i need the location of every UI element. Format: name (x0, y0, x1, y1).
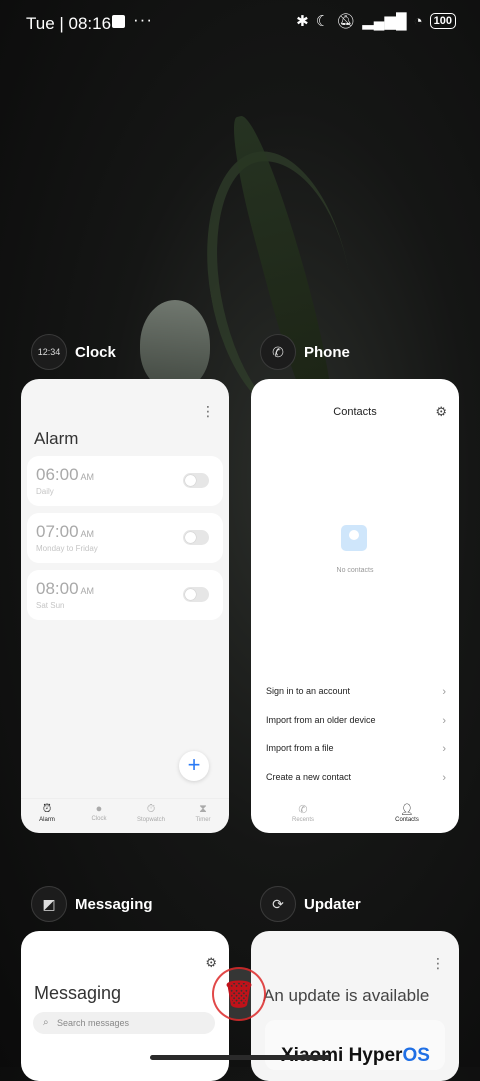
phone-icon: ✆ (298, 804, 308, 816)
hourglass-icon: ⧗ (199, 803, 207, 815)
phone-tab-bar: ✆ Recents 👤︎ Contacts (251, 799, 459, 833)
phone-app-icon[interactable]: ✆ (260, 334, 296, 370)
bell-off-icon: 🔕︎ (336, 13, 356, 30)
hyperos-banner: Xiaomi HyperOS (265, 1020, 445, 1070)
alarm-toggle[interactable] (183, 587, 209, 602)
signal-icon: ▂▄▆█ (362, 13, 407, 30)
chevron-right-icon: › (442, 743, 446, 755)
alarm-row[interactable]: 07:00 AM Monday to Friday (27, 513, 223, 563)
updater-app-header[interactable]: ⟳ Updater (260, 886, 361, 922)
updater-app-name: Updater (304, 895, 361, 913)
option-create-contact[interactable]: Create a new contact › (266, 772, 446, 784)
alarm-ampm: AM (80, 472, 95, 482)
clock-tab-bar: ⏰︎ Alarm ● Clock ⏱︎ Stopwatch ⧗ Timer (21, 798, 229, 833)
tab-alarm[interactable]: ⏰︎ Alarm (21, 799, 73, 833)
clock-app-header[interactable]: 12:34 Clock (31, 334, 116, 370)
alarm-time: 08:00 (36, 579, 79, 598)
messaging-title: Messaging (34, 983, 122, 1003)
alarm-ampm: AM (80, 529, 95, 539)
clock-app-icon[interactable]: 12:34 (31, 334, 67, 370)
phone-app-header[interactable]: ✆ Phone (260, 334, 350, 370)
tab-label: Recents (291, 817, 314, 823)
stopwatch-icon: ⏱︎ (146, 803, 156, 815)
alarm-ampm: AM (80, 586, 95, 596)
tab-timer[interactable]: ⧗ Timer (177, 799, 229, 833)
home-indicator[interactable] (150, 1055, 330, 1060)
alarm-toggle[interactable] (183, 530, 209, 545)
tab-stopwatch[interactable]: ⏱︎ Stopwatch (125, 799, 177, 833)
option-label: Sign in to an account (266, 686, 351, 696)
clock-icon: ● (95, 803, 103, 815)
option-label: Import from a file (266, 743, 334, 753)
search-placeholder: Search messages (57, 1018, 130, 1028)
more-notifications-icon: ··· (133, 10, 153, 29)
moon-icon: ☾ (315, 13, 330, 30)
notification-square-icon (112, 15, 125, 28)
alarm-row[interactable]: 08:00 AM Sat Sun (27, 570, 223, 620)
alarm-title: Alarm (34, 429, 79, 448)
option-import-file[interactable]: Import from a file › (266, 743, 446, 755)
alarm-repeat: Monday to Friday (36, 544, 98, 553)
tab-contacts[interactable]: 👤︎ Contacts (355, 799, 459, 833)
option-label: Create a new contact (266, 772, 352, 782)
more-options-icon[interactable]: ⋮ (431, 955, 445, 972)
messaging-app-icon[interactable]: ◩ (31, 886, 67, 922)
tab-label: Timer (195, 817, 211, 823)
chevron-right-icon: › (442, 772, 446, 784)
update-title: An update is available (263, 986, 430, 1005)
alarm-toggle[interactable] (183, 473, 209, 488)
messaging-app-header[interactable]: ◩ Messaging (31, 886, 153, 922)
alarm-time: 06:00 (36, 465, 79, 484)
trash-icon: 🗑︎ (222, 978, 256, 1009)
more-options-icon[interactable]: ⋮ (201, 403, 215, 420)
chevron-right-icon: › (442, 686, 446, 698)
chevron-right-icon: › (442, 715, 446, 727)
gear-icon[interactable]: ⚙ (205, 955, 217, 971)
search-input[interactable]: ⌕ Search messages (33, 1012, 215, 1034)
clock-app-card[interactable]: ⋮ Alarm 06:00 AM Daily 07:00 AM Monday to … (21, 379, 229, 833)
alarm-time: 07:00 (36, 522, 79, 541)
contacts-title: Contacts (333, 406, 377, 418)
person-icon: 👤︎ (400, 804, 414, 816)
tab-label: Stopwatch (136, 817, 166, 823)
tab-recents[interactable]: ✆ Recents (251, 799, 355, 833)
add-alarm-button[interactable]: + (179, 751, 209, 781)
empty-contacts-text: No contacts (336, 567, 374, 574)
wallpaper-flower (140, 300, 210, 390)
wifi-icon: ◔ (413, 12, 423, 30)
option-import-old-device[interactable]: Import from an older device › (266, 715, 446, 727)
phone-app-card[interactable]: Contacts ⚙ No contacts Sign in to an acc… (251, 379, 459, 833)
alarm-icon: ⏰︎ (42, 803, 52, 815)
alarm-repeat: Sat Sun (36, 601, 65, 610)
alarm-repeat: Daily (36, 487, 54, 496)
tab-clock[interactable]: ● Clock (73, 799, 125, 833)
battery-icon: 100 (429, 13, 456, 29)
updater-app-icon[interactable]: ⟳ (260, 886, 296, 922)
tab-label: Contacts (395, 817, 419, 823)
tab-label: Alarm (39, 817, 55, 823)
option-sign-in[interactable]: Sign in to an account › (266, 686, 446, 698)
search-icon: ⌕ (43, 1017, 49, 1028)
empty-contacts-icon (341, 525, 367, 551)
status-time: Tue | 08:16 (26, 14, 112, 33)
gear-icon[interactable]: ⚙ (435, 404, 447, 420)
tab-label: Clock (91, 816, 107, 822)
status-bar: Tue | 08:16 ··· ✱ ☾ 🔕︎ ▂▄▆█ ◔ 100 (0, 0, 480, 46)
phone-app-name: Phone (304, 343, 350, 361)
clock-app-name: Clock (75, 343, 116, 361)
alarm-row[interactable]: 06:00 AM Daily (27, 456, 223, 506)
option-label: Import from an older device (266, 715, 376, 725)
brand-os: OS (402, 1045, 430, 1066)
clear-all-button[interactable]: 🗑︎ (212, 967, 266, 1021)
messaging-app-name: Messaging (75, 895, 153, 913)
bluetooth-icon: ✱ (296, 13, 309, 30)
